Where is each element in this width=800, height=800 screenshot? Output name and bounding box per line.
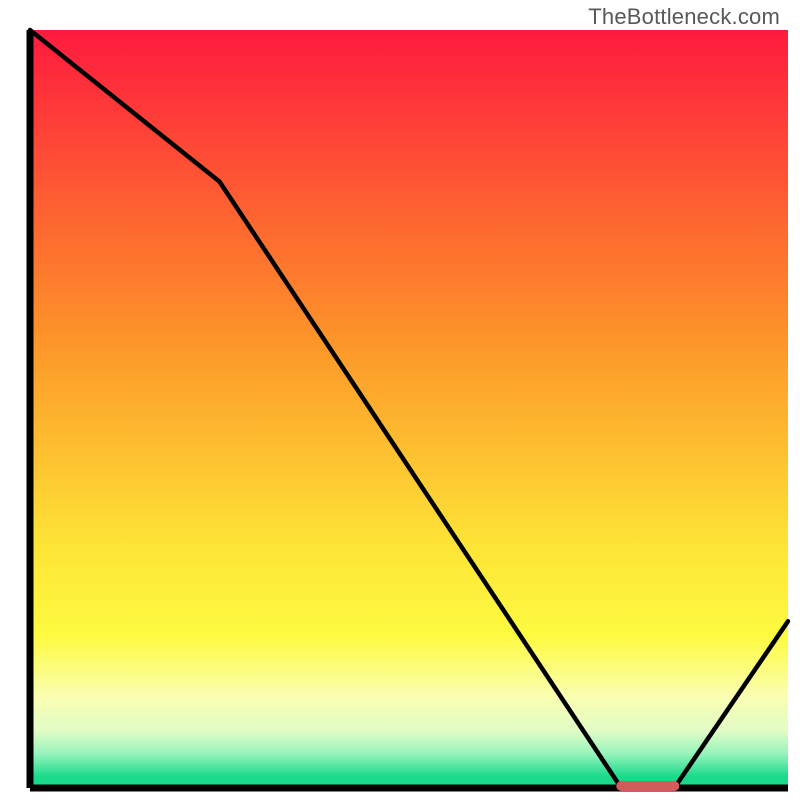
gradient-background — [30, 30, 788, 788]
chart-container: TheBottleneck.com — [0, 0, 800, 800]
bottleneck-chart — [0, 0, 800, 800]
